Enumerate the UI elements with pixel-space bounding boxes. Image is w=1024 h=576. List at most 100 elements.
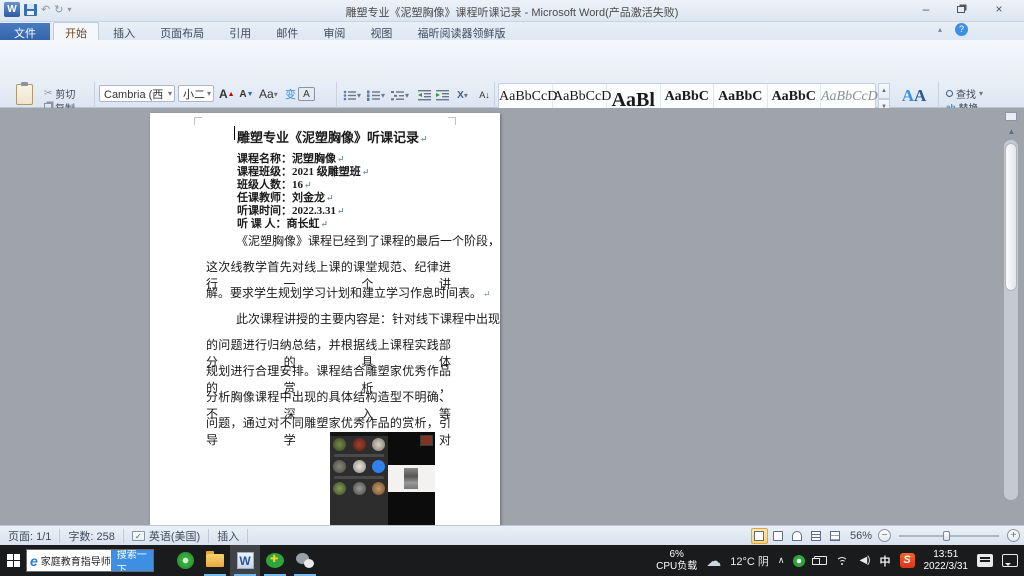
taskbar-search[interactable]: e 家庭教育指导师 搜索一下	[26, 549, 154, 572]
bullets-button[interactable]: ▾	[342, 86, 362, 104]
decrease-indent-button[interactable]	[416, 86, 433, 104]
document-area: 雕塑专业《泥塑胸像》听课记录↵ 课程名称：泥塑胸像↵ 课程班级：2021 级雕塑…	[0, 108, 1024, 525]
clock[interactable]: 13:512022/3/31	[924, 549, 969, 572]
ime-indicator[interactable]: 中	[880, 553, 891, 569]
zoom-slider-thumb[interactable]	[943, 531, 950, 541]
ribbon-tab-row: 文件 开始 插入 页面布局 引用 邮件 审阅 视图 福昕阅读器领鲜版	[0, 22, 1024, 40]
folder-icon	[206, 554, 224, 567]
font-family-dropdown-icon: ▾	[168, 89, 172, 98]
ribbon: 粘贴 ▾ ✂剪切 复制 ✎格式刷 剪贴板 ↘ Cambria (西▾ 小二▾ A…	[0, 40, 1024, 108]
360browser-icon	[177, 552, 194, 569]
participant-avatar	[372, 482, 385, 495]
change-case-button[interactable]: Aa▾	[258, 85, 279, 103]
zoom-level[interactable]: 56%	[846, 526, 876, 546]
scroll-up-icon[interactable]: ▲	[1005, 127, 1018, 136]
font-size-combo[interactable]: 小二▾	[178, 85, 214, 102]
change-styles-icon: AA	[902, 86, 927, 106]
view-web-layout[interactable]	[789, 528, 806, 544]
view-fullscreen-reading[interactable]	[770, 528, 787, 544]
phonetic-guide-button[interactable]: 变	[282, 85, 299, 103]
page-indicator[interactable]: 页面: 1/1	[0, 526, 59, 546]
scrollbar-thumb[interactable]	[1005, 143, 1017, 291]
cut-button[interactable]: ✂剪切	[44, 86, 75, 101]
meeting-participants-panel	[330, 432, 388, 525]
increase-indent-button[interactable]	[434, 86, 451, 104]
numbering-button[interactable]: ▾	[366, 86, 386, 104]
font-family-combo[interactable]: Cambria (西▾	[99, 85, 175, 102]
view-outline[interactable]	[808, 528, 825, 544]
action-center-icon[interactable]	[1002, 554, 1018, 567]
save-icon[interactable]	[24, 4, 37, 16]
cut-icon: ✂	[44, 88, 52, 99]
taskbar-360browser[interactable]	[170, 545, 200, 576]
collapse-ribbon-icon[interactable]: ▴	[938, 25, 942, 34]
zoom-slider[interactable]	[899, 535, 999, 537]
grow-font-button[interactable]: A▲	[218, 85, 236, 103]
shrink-font-button[interactable]: A▼	[238, 85, 255, 103]
minimize-button[interactable]: –	[912, 0, 940, 19]
find-button[interactable]: 查找▾	[946, 86, 983, 101]
ruler-toggle-icon[interactable]	[1005, 112, 1017, 121]
sogou-tray-icon[interactable]: S	[900, 553, 915, 568]
increase-indent-icon	[436, 90, 449, 101]
window-titlebar: W ↶ ↻ ▾ 雕塑专业《泥塑胸像》课程听课记录 - Microsoft Wor…	[0, 0, 1024, 22]
bullets-icon	[343, 90, 357, 101]
sculpture-photo	[404, 468, 418, 489]
taskbar-file-explorer[interactable]	[200, 545, 230, 576]
weather-temp[interactable]: 12°C 阴	[730, 553, 769, 569]
view-print-layout[interactable]	[751, 528, 768, 544]
meeting-stage-panel	[388, 432, 435, 525]
wifi-icon[interactable]	[836, 555, 850, 566]
insert-mode[interactable]: 插入	[209, 526, 247, 546]
tray-expand-icon[interactable]: ∧	[778, 555, 785, 566]
paste-icon	[16, 84, 33, 105]
search-input[interactable]: 家庭教育指导师	[41, 553, 111, 568]
multilevel-list-button[interactable]: ▾	[390, 86, 410, 104]
360safe-icon	[266, 553, 284, 568]
start-button[interactable]	[0, 545, 26, 576]
find-icon	[946, 90, 953, 97]
taskbar-wechat[interactable]	[290, 545, 320, 576]
word-count[interactable]: 字数: 258	[60, 526, 122, 546]
search-go-button[interactable]: 搜索一下	[111, 549, 153, 572]
participant-avatar	[353, 482, 366, 495]
help-icon[interactable]: ?	[955, 23, 968, 36]
character-border-button[interactable]: A	[298, 87, 315, 101]
proofing-status[interactable]: ✓英语(美国)	[124, 526, 208, 546]
participant-avatar	[372, 460, 385, 473]
view-draft[interactable]	[827, 528, 844, 544]
network-icon[interactable]	[814, 556, 827, 565]
para1-line3: 解。要求学生规划学习计划和建立学习作息时间表。↵	[206, 284, 451, 301]
document-page[interactable]: 雕塑专业《泥塑胸像》听课记录↵ 课程名称：泥塑胸像↵ 课程班级：2021 级雕塑…	[150, 113, 500, 525]
cpu-load-widget[interactable]: 6%CPU负载	[656, 549, 697, 572]
sort-button[interactable]: A↓	[476, 86, 493, 104]
taskbar-360safe[interactable]	[260, 545, 290, 576]
restore-icon	[957, 6, 965, 13]
undo-icon[interactable]: ↶	[41, 4, 50, 16]
sculpture-thumbnail	[420, 435, 433, 446]
asian-layout-button[interactable]: X▾	[454, 86, 471, 104]
multilevel-list-icon	[391, 90, 405, 101]
redo-icon[interactable]: ↻	[54, 4, 63, 16]
weather-cloud-icon: ☁	[706, 552, 721, 570]
close-button[interactable]: ×	[985, 0, 1013, 19]
decrease-indent-icon	[418, 90, 431, 101]
ie-icon: e	[27, 553, 41, 569]
embedded-picture[interactable]	[330, 432, 435, 525]
quick-access-toolbar: W ↶ ↻ ▾	[0, 0, 1024, 19]
participant-avatar	[333, 482, 346, 495]
windows-logo-icon	[7, 554, 20, 567]
taskbar-word[interactable]: W	[230, 545, 260, 576]
zoom-out-button[interactable]: −	[878, 529, 891, 542]
zoom-in-button[interactable]: +	[1007, 529, 1020, 542]
taskbar: e 家庭教育指导师 搜索一下 W 6%CPU负载 ☁ 12°C 阴 ∧ ◀) 中…	[0, 545, 1024, 576]
qat-customize-icon[interactable]: ▾	[67, 4, 71, 16]
wechat-icon	[296, 553, 314, 568]
restore-button[interactable]	[947, 0, 975, 19]
message-icon[interactable]	[977, 554, 993, 567]
para2-line1: 此次课程讲授的主要内容是：针对线下课程中出现	[236, 310, 451, 327]
tray-360-icon[interactable]	[793, 555, 805, 567]
volume-icon[interactable]: ◀)	[859, 555, 870, 566]
vertical-scrollbar[interactable]: ▲	[1004, 110, 1019, 525]
gallery-up-icon[interactable]: ▲	[878, 83, 890, 99]
